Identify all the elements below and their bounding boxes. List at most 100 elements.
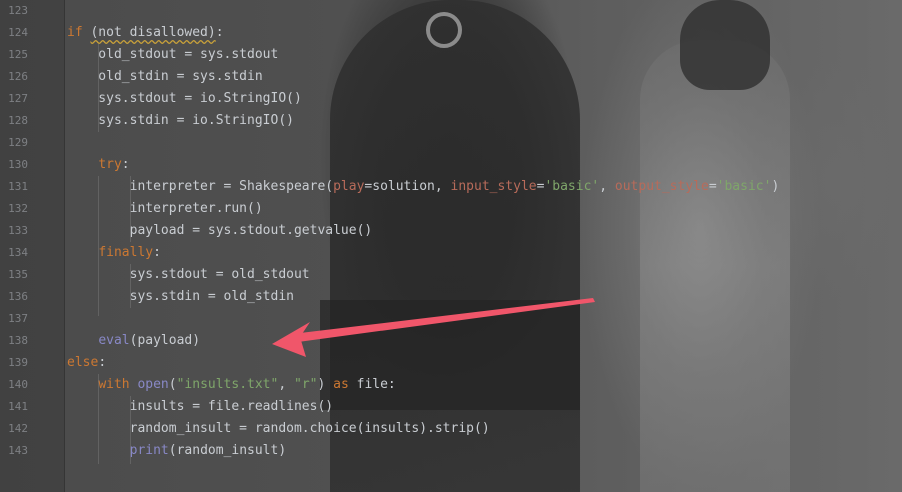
code-text[interactable]: sys.stdin = io.StringIO() xyxy=(67,110,294,132)
code-text[interactable]: sys.stdin = old_stdin xyxy=(67,286,294,308)
code-line[interactable]: 135 sys.stdout = old_stdout xyxy=(0,264,902,286)
code-line[interactable]: 132 interpreter.run() xyxy=(0,198,902,220)
code-text[interactable]: sys.stdout = io.StringIO() xyxy=(67,88,302,110)
line-number: 132 xyxy=(8,202,28,215)
code-line[interactable]: 124 if (not disallowed): xyxy=(0,22,902,44)
code-text[interactable]: else: xyxy=(67,352,106,374)
code-text[interactable]: interpreter.run() xyxy=(67,198,263,220)
code-token: (payload) xyxy=(129,333,201,348)
code-area[interactable]: 123 124 if (not disallowed): 125 old_stdout… xyxy=(0,0,902,492)
code-token: (not disallowed) xyxy=(90,25,216,40)
code-line[interactable]: 139 else: xyxy=(0,352,902,374)
string-token: "r" xyxy=(294,377,318,392)
code-token: : xyxy=(121,157,130,172)
builtin-token: eval xyxy=(98,333,130,348)
code-text[interactable]: eval(payload) xyxy=(67,330,200,352)
code-line[interactable]: 128 sys.stdin = io.StringIO() xyxy=(0,110,902,132)
keyword-token: as xyxy=(333,377,349,392)
code-token: : xyxy=(153,245,161,260)
line-number: 141 xyxy=(8,400,28,413)
string-token: 'basic' xyxy=(544,179,600,194)
code-token: sys.stdin = old_stdin xyxy=(67,289,294,304)
line-number: 136 xyxy=(8,290,28,303)
code-line[interactable]: 127 sys.stdout = io.StringIO() xyxy=(0,88,902,110)
indent-guide xyxy=(98,374,99,464)
line-number: 133 xyxy=(8,224,28,237)
code-line[interactable]: 140 with open("insults.txt", "r") as fil… xyxy=(0,374,902,396)
keyword-token: if xyxy=(67,25,83,40)
code-token: sys.stdout = io.StringIO() xyxy=(67,91,302,106)
code-line[interactable]: 123 xyxy=(0,0,902,22)
code-token: interpreter = Shakespeare( xyxy=(67,179,334,194)
code-token: (random_insult) xyxy=(168,443,287,458)
code-line[interactable]: 126 old_stdin = sys.stdin xyxy=(0,66,902,88)
code-text[interactable]: interpreter = Shakespeare(play=solution,… xyxy=(67,176,780,198)
parameter-token: output_style xyxy=(614,179,709,194)
code-line[interactable]: 131 interpreter = Shakespeare(play=solut… xyxy=(0,176,902,198)
code-line[interactable]: 125 old_stdout = sys.stdout xyxy=(0,44,902,66)
code-token: file: xyxy=(348,377,396,392)
code-text[interactable]: finally: xyxy=(67,242,161,264)
code-token: payload = sys.stdout.getvalue() xyxy=(67,223,373,238)
line-number: 128 xyxy=(8,114,28,127)
line-number: 123 xyxy=(8,4,28,17)
code-text[interactable]: try: xyxy=(67,154,130,176)
indent-guide xyxy=(98,176,99,316)
code-line[interactable]: 136 sys.stdin = old_stdin xyxy=(0,286,902,308)
code-line[interactable]: 137 xyxy=(0,308,902,330)
code-line[interactable]: 141 insults = file.readlines() xyxy=(0,396,902,418)
code-token: : xyxy=(98,355,107,370)
line-number: 139 xyxy=(8,356,28,369)
builtin-token: print xyxy=(129,443,169,458)
code-token: , xyxy=(278,377,294,392)
line-number: 135 xyxy=(8,268,28,281)
string-token: 'basic' xyxy=(716,179,772,194)
code-line[interactable]: 133 payload = sys.stdout.getvalue() xyxy=(0,220,902,242)
line-number: 126 xyxy=(8,70,28,83)
code-token: sys.stdout = old_stdout xyxy=(67,267,310,282)
code-line[interactable]: 134 finally: xyxy=(0,242,902,264)
code-token: ) xyxy=(771,179,780,194)
parameter-token: input_style xyxy=(450,179,537,194)
line-number: 142 xyxy=(8,422,28,435)
parameter-token: play xyxy=(333,179,365,194)
keyword-token: with xyxy=(98,377,130,392)
code-token: interpreter.run() xyxy=(67,201,263,216)
indent-guide xyxy=(130,264,131,308)
line-number: 124 xyxy=(8,26,28,39)
code-text[interactable]: sys.stdout = old_stdout xyxy=(67,264,310,286)
code-text[interactable]: with open("insults.txt", "r") as file: xyxy=(67,374,396,396)
line-number: 130 xyxy=(8,158,28,171)
code-token: ) xyxy=(317,377,334,392)
code-token: sys.stdin = io.StringIO() xyxy=(67,113,294,128)
line-number: 143 xyxy=(8,444,28,457)
string-token: "insults.txt" xyxy=(176,377,279,392)
code-text[interactable]: print(random_insult) xyxy=(67,440,287,462)
code-text[interactable]: old_stdin = sys.stdin xyxy=(67,66,262,88)
line-number: 138 xyxy=(8,334,28,347)
line-number: 137 xyxy=(8,312,28,325)
keyword-token: finally xyxy=(98,245,154,260)
code-line[interactable]: 143 print(random_insult) xyxy=(0,440,902,462)
line-number: 131 xyxy=(8,180,28,193)
builtin-token: open xyxy=(137,377,169,392)
code-line[interactable]: 138 eval(payload) xyxy=(0,330,902,352)
code-text[interactable]: if (not disallowed): xyxy=(67,22,224,44)
code-token: ( xyxy=(168,377,177,392)
code-editor[interactable]: 123 124 if (not disallowed): 125 old_stdout… xyxy=(0,0,902,492)
line-number: 125 xyxy=(8,48,28,61)
indent-guide xyxy=(98,44,99,132)
code-line[interactable]: 130 try: xyxy=(0,154,902,176)
line-number: 129 xyxy=(8,136,28,149)
code-token: , xyxy=(599,179,615,194)
indent-guide xyxy=(130,176,131,242)
keyword-token: try xyxy=(98,157,122,172)
line-number: 140 xyxy=(8,378,28,391)
code-token: =solution, xyxy=(364,179,451,194)
code-line[interactable]: 142 random_insult = random.choice(insult… xyxy=(0,418,902,440)
code-text[interactable]: insults = file.readlines() xyxy=(67,396,334,418)
code-text[interactable]: payload = sys.stdout.getvalue() xyxy=(67,220,373,242)
code-line[interactable]: 129 xyxy=(0,132,902,154)
code-token: = xyxy=(708,179,717,194)
